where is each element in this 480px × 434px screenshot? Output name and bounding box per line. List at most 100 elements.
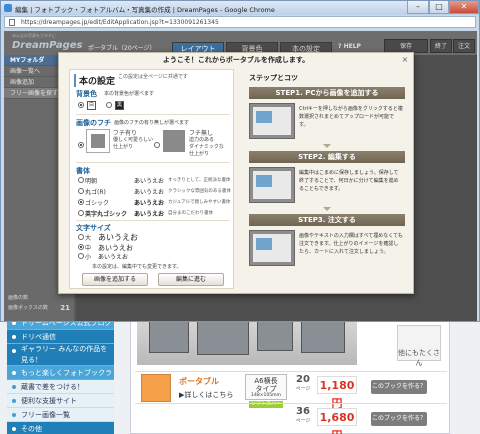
settings-header: 本の設定: [74, 74, 115, 87]
badge-size: 148×105mm: [251, 393, 281, 398]
order-button[interactable]: このブックを作る？: [371, 412, 427, 426]
frame-on-desc: 優しく可愛らしい: [113, 137, 154, 143]
font-option-english-maru-gothic[interactable]: 英字丸ゴシック あいうえお 自分まのこだわり書体: [76, 209, 231, 218]
font-desc: カジュアルで親しみやすい書体: [168, 200, 231, 205]
finish-button[interactable]: 終了: [430, 39, 452, 53]
help-link[interactable]: ? HELP: [338, 43, 361, 50]
bg-black-swatch[interactable]: 黒: [115, 101, 124, 110]
product-size-badge: A6横長 タイプ 148×105mm ソフトカバー: [245, 374, 287, 408]
font-sample: あいうえお: [134, 189, 165, 196]
size-radio[interactable]: [78, 253, 84, 259]
site-link-gallery[interactable]: ギャラリー みんなの作品を見る！: [7, 344, 114, 366]
close-icon[interactable]: ×: [400, 55, 410, 65]
product-name: ポータブル: [179, 377, 219, 386]
size-radio[interactable]: [78, 244, 84, 250]
step2-image: [249, 167, 295, 203]
font-radio[interactable]: [78, 177, 84, 183]
font-sample: あいうえお: [134, 178, 165, 185]
hero-book-4: [301, 317, 345, 353]
badge-subtitle: タイプ: [255, 385, 277, 393]
title-bar[interactable]: 編集 | フォトブック・フォトアルバム・写真集の作成 | DreamPages …: [1, 1, 479, 15]
bg-black-radio[interactable]: [106, 102, 112, 108]
order-button[interactable]: このブックを作る？: [371, 380, 427, 394]
order-header-button[interactable]: 注文: [453, 39, 475, 53]
url-text[interactable]: https://dreampages.jp/edit/EditApplicati…: [21, 19, 219, 26]
bg-white-radio[interactable]: [78, 102, 84, 108]
step3-header: STEP3. 注文する: [249, 214, 405, 226]
frame-desc: 画像のフチの有り無しが選べます: [114, 120, 190, 126]
steps-panel: ステップとコツ STEP1. PCから画像を追加する Ctrlキーを押しながら画…: [243, 69, 409, 289]
site-link-free-images[interactable]: フリー画像一覧: [7, 408, 114, 422]
step2-header: STEP2. 編集する: [249, 151, 405, 163]
frame-on-title: フチ有り: [113, 130, 138, 137]
font-option-maru-gothic[interactable]: 丸ゴ(R) あいうえお クラシックな雰囲気のある書体: [76, 187, 231, 196]
size-option-small[interactable]: 小 あいうえお: [76, 252, 176, 261]
hero-book-1: [149, 319, 189, 353]
frame-off-desc: 迫力のある: [189, 137, 215, 143]
frame-on-thumbnail[interactable]: [87, 130, 109, 152]
size-name: 中: [85, 245, 92, 252]
font-name: 明朝: [85, 178, 98, 185]
site-section-photobook-life: もっと楽しくフォトブックライフ: [7, 366, 114, 391]
maximize-button[interactable]: □: [429, 1, 449, 14]
step1-header: STEP1. PCから画像を追加する: [249, 87, 405, 99]
font-option-mincho[interactable]: 明朝 あいうえお すっきりとして、正統派な書体: [76, 176, 231, 185]
site-link-support-sites[interactable]: 便利な支援サイト: [7, 394, 114, 408]
font-radio[interactable]: [78, 188, 84, 194]
site-link-collection[interactable]: 蔵書で差をつける！: [7, 380, 114, 394]
product-row: 36ページ 1,680円 このブックを作る？: [135, 403, 447, 434]
step2-text: 編集中はこまめに保存しましょう。保存して終了することで、何日かに分けて編集を進め…: [299, 170, 399, 192]
image-box-count: 画像ボックスの数 21: [4, 303, 74, 313]
step3-image: [249, 230, 295, 266]
dialog-title: ようこそ！これからポータブルを作成します。: [162, 56, 310, 64]
size-option-large[interactable]: 大 あいうえお: [76, 233, 176, 242]
frame-on-desc: 仕上がり: [113, 144, 134, 150]
frame-off-radio[interactable]: [154, 142, 160, 148]
frame-off-thumbnail[interactable]: [163, 130, 185, 152]
bg-color-desc: 本の背景色が選べます: [104, 91, 155, 97]
divider: [76, 114, 229, 115]
arrow-down-icon: [323, 144, 331, 148]
font-option-gothic[interactable]: ゴシック あいうえお カジュアルで親しみやすい書体: [76, 198, 231, 207]
hero-book-3: [257, 321, 293, 351]
image-box-value: 21: [60, 304, 70, 312]
product-details-link[interactable]: ▶詳しくはこちら: [179, 390, 233, 400]
divider: [76, 162, 229, 163]
save-button[interactable]: 保存: [384, 39, 428, 53]
badge-title: A6横長: [254, 377, 278, 385]
site-link-other[interactable]: その他: [7, 422, 114, 434]
minimize-button[interactable]: –: [407, 1, 429, 14]
book-settings-panel: 本の設定 この設定は全ページに共通です 背景色 本の背景色が選べます 白 黒 画…: [69, 69, 234, 289]
site-main: 他にもたくさん ポータブル ▶詳しくはこちら A6横長 タイプ 148×105m…: [130, 308, 450, 434]
size-name: 大: [85, 235, 92, 242]
close-window-button[interactable]: ✕: [449, 1, 479, 14]
bg-white-swatch[interactable]: 白: [87, 101, 96, 110]
product-price: 1,680円: [317, 408, 357, 434]
page-unit: ページ: [295, 418, 311, 424]
product-thumbnail[interactable]: [141, 374, 171, 402]
frame-on-radio[interactable]: [78, 142, 84, 148]
size-option-medium[interactable]: 中 あいうえお: [76, 243, 176, 252]
product-row: ポータブル ▶詳しくはこちら A6横長 タイプ 148×105mm ソフトカバー…: [135, 371, 447, 410]
font-radio[interactable]: [78, 210, 84, 216]
proceed-to-edit-button[interactable]: 編集に進む: [158, 273, 224, 286]
page-icon: [9, 19, 15, 26]
size-radio[interactable]: [78, 234, 84, 240]
font-name: 英字丸ゴシック: [85, 211, 128, 218]
size-name: 小: [85, 254, 92, 261]
browser-window: 編集 | フォトブック・フォトアルバム・写真集の作成 | DreamPages …: [0, 0, 480, 322]
dreampages-logo[interactable]: DreamPages: [12, 40, 83, 51]
recommend-more-link[interactable]: 他にもたくさん: [397, 325, 441, 367]
window-title: 編集 | フォトブック・フォトアルバム・写真集の作成 | DreamPages …: [15, 6, 275, 14]
image-box-label: 画像ボックスの数: [8, 305, 48, 311]
frame-off-text: フチ無し 迫力のある ダイナミックな 仕上がり: [189, 130, 224, 158]
product-price: 1,180円: [317, 376, 357, 410]
product-label: ポータブル（20ページ）: [88, 45, 156, 52]
size-sample: あいうえお: [98, 233, 138, 242]
address-bar[interactable]: https://dreampages.jp/edit/EditApplicati…: [4, 16, 476, 28]
font-name: ゴシック: [85, 200, 110, 207]
settings-footnote: 本の設定は、編集中でも変更できます。: [92, 264, 182, 270]
font-radio[interactable]: [78, 199, 84, 205]
site-link-newsletter[interactable]: ドリペ通信: [7, 330, 114, 344]
add-images-button[interactable]: 画像を追加する: [82, 273, 148, 286]
